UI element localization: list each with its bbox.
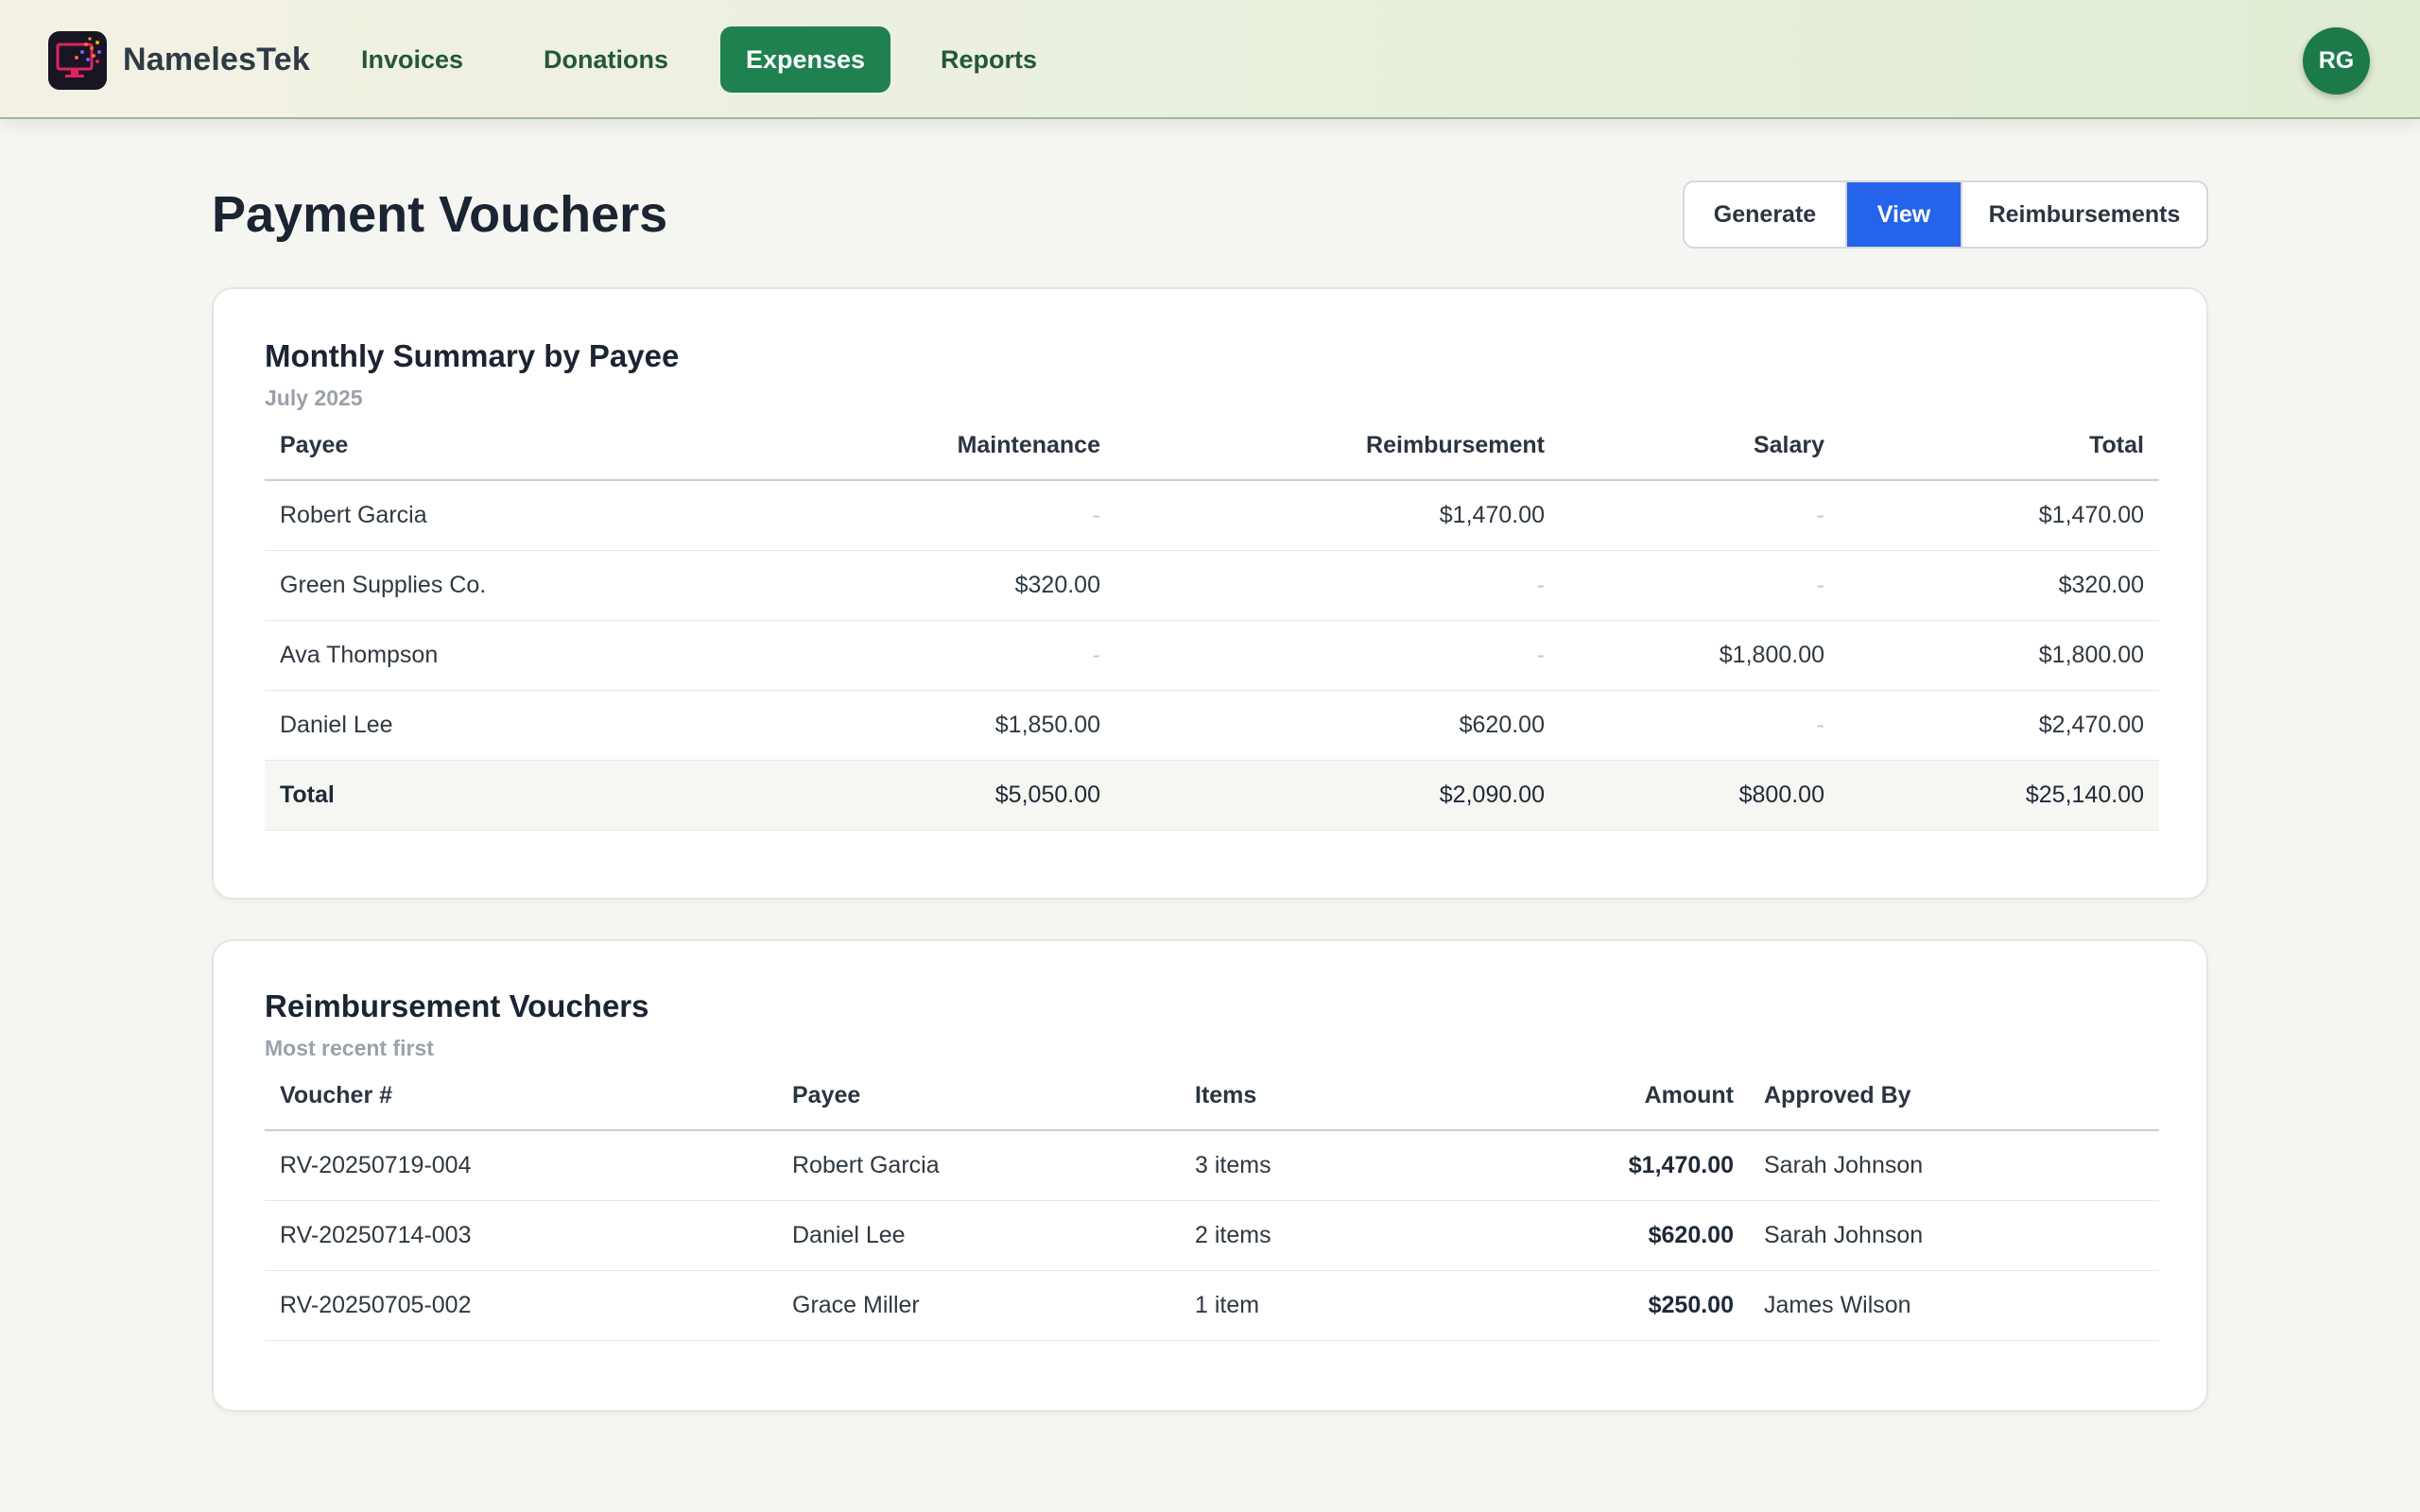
salary-cell: -	[1560, 690, 1840, 761]
segment-reimbursements[interactable]: Reimbursements	[1962, 182, 2206, 247]
payee-cell: Robert Garcia	[777, 1130, 1180, 1201]
salary-cell: $1,800.00	[1560, 620, 1840, 691]
total-maintenance: $5,050.00	[813, 760, 1115, 831]
col-amount[interactable]: Amount	[1463, 1062, 1749, 1131]
maintenance-cell: $1,850.00	[813, 690, 1115, 761]
maintenance-cell: -	[813, 620, 1115, 691]
brand-name[interactable]: NamelesTek	[123, 42, 310, 78]
reimbursement-cell: $1,470.00	[1115, 480, 1560, 551]
table-row[interactable]: Green Supplies Co. $320.00 - - $320.00	[265, 550, 2159, 621]
reimbursements-table: Voucher # Payee Items Amount Approved By…	[265, 1062, 2159, 1341]
reimbursements-title: Reimbursement Vouchers	[265, 988, 649, 1023]
table-row[interactable]: RV-20250705-002 Grace Miller 1 item $250…	[265, 1270, 2159, 1341]
maintenance-cell: -	[813, 480, 1115, 551]
summary-subtitle: July 2025	[265, 386, 363, 410]
segment-generate[interactable]: Generate	[1685, 182, 1847, 247]
payee-cell: Green Supplies Co.	[265, 550, 813, 621]
monthly-summary-card: Monthly Summary by Payee July 2025 Payee…	[212, 287, 2208, 900]
table-row[interactable]: RV-20250719-004 Robert Garcia 3 items $1…	[265, 1130, 2159, 1201]
voucher-cell: RV-20250705-002	[265, 1270, 777, 1341]
total-cell: $1,800.00	[1840, 620, 2159, 691]
user-avatar[interactable]: RG	[2303, 27, 2370, 94]
col-total[interactable]: Total	[1840, 412, 2159, 481]
reimbursement-cell: $620.00	[1115, 690, 1560, 761]
summary-table: Payee Maintenance Reimbursement Salary T…	[265, 412, 2159, 831]
table-row[interactable]: Ava Thompson - - $1,800.00 $1,800.00	[265, 620, 2159, 691]
col-voucher[interactable]: Voucher #	[265, 1062, 777, 1131]
summary-title: Monthly Summary by Payee	[265, 338, 680, 373]
reimbursements-subtitle: Most recent first	[265, 1036, 434, 1060]
total-reimbursement: $2,090.00	[1115, 760, 1560, 831]
voucher-cell: RV-20250719-004	[265, 1130, 777, 1201]
table-row[interactable]: RV-20250714-003 Daniel Lee 2 items $620.…	[265, 1200, 2159, 1271]
total-cell: $1,470.00	[1840, 480, 2159, 551]
salary-cell: -	[1560, 550, 1840, 621]
amount-cell: $250.00	[1463, 1270, 1749, 1341]
voucher-cell: RV-20250714-003	[265, 1200, 777, 1271]
items-cell: 2 items	[1180, 1200, 1463, 1271]
col-approved-by[interactable]: Approved By	[1749, 1062, 2159, 1131]
col-salary[interactable]: Salary	[1560, 412, 1840, 481]
total-cell: $320.00	[1840, 550, 2159, 621]
col-items[interactable]: Items	[1180, 1062, 1463, 1131]
payee-cell: Ava Thompson	[265, 620, 813, 691]
items-cell: 1 item	[1180, 1270, 1463, 1341]
salary-cell: -	[1560, 480, 1840, 551]
summary-total-row: Total $5,050.00 $2,090.00 $800.00 $25,14…	[265, 760, 2159, 831]
approved-by-cell: Sarah Johnson	[1749, 1200, 2159, 1271]
reimbursement-cell: -	[1115, 620, 1560, 691]
reimbursements-header-row: Voucher # Payee Items Amount Approved By	[265, 1062, 2159, 1131]
summary-header-row: Payee Maintenance Reimbursement Salary T…	[265, 412, 2159, 481]
segment-view[interactable]: View	[1847, 182, 1962, 247]
table-row[interactable]: Daniel Lee $1,850.00 $620.00 - $2,470.00	[265, 690, 2159, 761]
table-row[interactable]: Robert Garcia - $1,470.00 - $1,470.00	[265, 480, 2159, 551]
reimbursement-cell: -	[1115, 550, 1560, 621]
items-cell: 3 items	[1180, 1130, 1463, 1201]
top-navigation-bar: NamelesTek Invoices Donations Expenses R…	[0, 0, 2420, 119]
nav-invoices[interactable]: Invoices	[346, 26, 478, 93]
col-payee[interactable]: Payee	[265, 412, 813, 481]
page-title: Payment Vouchers	[212, 186, 668, 243]
amount-cell: $620.00	[1463, 1200, 1749, 1271]
view-segmented-control: Generate View Reimbursements	[1683, 180, 2208, 249]
payee-cell: Daniel Lee	[777, 1200, 1180, 1271]
total-cell: $2,470.00	[1840, 690, 2159, 761]
nav-expenses[interactable]: Expenses	[720, 26, 890, 93]
payee-cell: Robert Garcia	[265, 480, 813, 551]
total-total: $25,140.00	[1840, 760, 2159, 831]
payee-cell: Grace Miller	[777, 1270, 1180, 1341]
reimbursement-vouchers-card: Reimbursement Vouchers Most recent first…	[212, 939, 2208, 1412]
total-salary: $800.00	[1560, 760, 1840, 831]
nav-reports[interactable]: Reports	[928, 26, 1049, 93]
maintenance-cell: $320.00	[813, 550, 1115, 621]
nav-donations[interactable]: Donations	[529, 26, 683, 93]
col-maintenance[interactable]: Maintenance	[813, 412, 1115, 481]
col-payee[interactable]: Payee	[777, 1062, 1180, 1131]
logo-icon[interactable]	[48, 31, 107, 90]
approved-by-cell: James Wilson	[1749, 1270, 2159, 1341]
amount-cell: $1,470.00	[1463, 1130, 1749, 1201]
approved-by-cell: Sarah Johnson	[1749, 1130, 2159, 1201]
col-reimbursement[interactable]: Reimbursement	[1115, 412, 1560, 481]
total-label: Total	[265, 760, 813, 831]
payee-cell: Daniel Lee	[265, 690, 813, 761]
